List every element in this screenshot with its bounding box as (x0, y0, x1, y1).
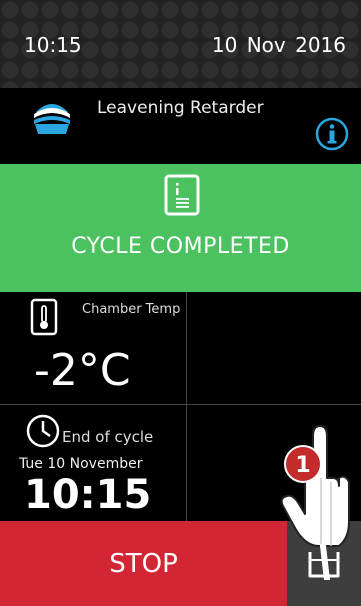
device-name: Leavening Retarder (97, 98, 264, 118)
thermometer-icon (30, 298, 58, 336)
current-date: 10 Nov 2016 (211, 33, 346, 57)
empty-panel-bottom (187, 405, 361, 521)
recipe-icon (164, 174, 200, 216)
end-of-cycle-label: End of cycle (62, 428, 154, 446)
step-number-badge: 1 (284, 445, 322, 483)
stop-button[interactable]: STOP (0, 521, 287, 606)
stop-button-label: STOP (109, 548, 178, 579)
clock-time: 10:15 (24, 33, 82, 57)
clock-icon (26, 414, 60, 448)
box-icon (308, 552, 340, 578)
chamber-temp-value: -2°C (34, 345, 131, 396)
info-icon[interactable] (315, 117, 349, 151)
empty-panel-top (187, 292, 361, 405)
chamber-temp-label: Chamber Temp (82, 302, 181, 317)
end-of-cycle-date: Tue 10 November (19, 456, 143, 472)
side-action-button[interactable] (287, 521, 361, 606)
end-of-cycle-time: 10:15 (24, 472, 152, 518)
cycle-status-text: CYCLE COMPLETED (71, 234, 290, 259)
retarder-icon (34, 104, 70, 134)
